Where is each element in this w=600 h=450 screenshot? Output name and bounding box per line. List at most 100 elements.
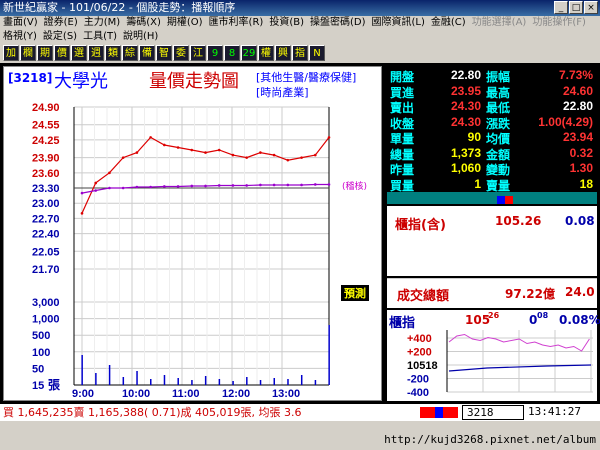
volume-tick-label: 1,000 [32, 314, 60, 326]
quote-row: 收盤 24.30 漲跌 1.00(4.29) [387, 115, 597, 132]
toolbar: 加欄期價選週類綜備智委江 9 8 29 權興指 N [0, 43, 600, 63]
volume-unit: 張 [48, 378, 61, 392]
volume-bar [122, 377, 125, 385]
volume-bar [314, 380, 317, 385]
toolbar-button[interactable]: 欄 [20, 45, 36, 61]
quote-value: 22.80 [450, 68, 481, 82]
price-tick-label: 22.05 [32, 246, 60, 258]
menu-item[interactable]: 設定(S) [43, 31, 77, 42]
menu-item[interactable]: 匯市利率(R) [209, 17, 264, 28]
price-point [121, 156, 125, 159]
menu-item[interactable]: 主力(M) [84, 17, 120, 28]
menu-item[interactable]: 工具(T) [83, 31, 117, 42]
price-tick-label: 22.40 [32, 229, 60, 241]
volume-bar [300, 375, 303, 385]
toolbar-button[interactable]: 備 [139, 45, 155, 61]
mini-index-chart: 櫃指 105 26 0 08 0.08% +400 +200 10518 -200 -4… [387, 310, 600, 401]
menu-item[interactable]: 籌碼(X) [126, 17, 161, 28]
quote-value: 24.30 [450, 114, 481, 129]
price-point [204, 151, 207, 154]
menu-bar: 畫面(V) 證券(E) 主力(M) 籌碼(X) 期權(O) 匯市利率(R) 投資(B) 操盤密… [0, 16, 600, 46]
menu-item[interactable]: 操盤密碼(D) [310, 17, 366, 28]
toolbar-button[interactable]: 選 [71, 45, 87, 61]
price-point [313, 153, 317, 157]
price-point [80, 212, 84, 215]
quote-value: 90 [467, 130, 481, 144]
quote-value: 1 [474, 176, 481, 191]
toolbar-button[interactable]: 價 [54, 45, 70, 61]
index-label: 櫃指(含) [395, 218, 446, 233]
quote-value: 7.73% [558, 68, 593, 82]
toolbar-button[interactable]: 類 [105, 45, 121, 61]
quote-label: 最高 [486, 85, 511, 100]
toolbar-button[interactable]: 週 [88, 45, 104, 61]
title-bar: 新世紀贏家 - 101/06/22 - 個股走勢：播報順序 _ □ × [0, 0, 600, 16]
price-point [231, 153, 235, 157]
toolbar-button[interactable]: 興 [275, 45, 291, 61]
price-point [217, 148, 221, 152]
bid-ask-bar [387, 192, 597, 204]
time-tick-label: 12:00 [222, 388, 250, 400]
average-point [272, 183, 276, 187]
menu-item[interactable]: 格視(Y) [3, 31, 37, 42]
toolbar-button[interactable]: 8 [224, 45, 240, 61]
menu-item[interactable]: 證券(E) [44, 17, 78, 28]
average-point [94, 189, 98, 192]
price-tick-label: 23.60 [32, 168, 60, 180]
menu-item[interactable]: 功能選擇(A) [472, 17, 527, 28]
clock: 13:41:27 [528, 405, 581, 418]
quote-label: 賣量 [486, 178, 511, 193]
volume-bar [246, 377, 248, 385]
quote-label: 總量 [390, 147, 415, 162]
menu-item[interactable]: 期權(O) [167, 17, 203, 28]
menu-item[interactable]: 功能操作(F) [532, 17, 586, 28]
maximize-icon[interactable]: □ [569, 1, 583, 14]
price-tick-label: 22.70 [32, 213, 60, 225]
turnover-change: 24.0 [565, 285, 595, 299]
quote-label: 開盤 [390, 70, 415, 84]
menu-item[interactable]: 國際資訊(L) [372, 17, 425, 28]
toolbar-button[interactable]: 加 [3, 45, 19, 61]
quote-value: 1.30 [569, 161, 593, 175]
toolbar-button[interactable]: 期 [37, 45, 53, 61]
price-point [135, 151, 139, 154]
quote-row: 單量 90 均價 23.94 [387, 130, 597, 147]
volume-tick-label: 15 [32, 380, 44, 392]
menu-item[interactable]: 金融(C) [431, 17, 466, 28]
price-point [259, 151, 262, 154]
price-point [149, 136, 152, 139]
volume-bar [95, 373, 97, 385]
stock-code-input[interactable]: 3218 [462, 405, 524, 420]
quote-row: 總量 1,373 金額 0.32 [387, 146, 597, 163]
price-point [108, 171, 111, 175]
index-box: 櫃指(含) 105.26 0.08 [387, 206, 597, 276]
index-value: 105.26 [495, 214, 542, 228]
volume-bar [218, 379, 221, 385]
price-tick-label: 24.25 [32, 135, 60, 147]
price-point [272, 153, 276, 157]
volume-bar [191, 380, 193, 385]
toolbar-button[interactable]: N [309, 45, 325, 61]
toolbar-button[interactable]: 29 [241, 45, 257, 61]
minimize-icon[interactable]: _ [554, 1, 568, 14]
menu-item[interactable]: 投資(B) [269, 17, 304, 28]
quote-row: 買進 23.95 最高 24.60 [387, 84, 597, 101]
toolbar-button[interactable]: 權 [258, 45, 274, 61]
toolbar-button[interactable]: 智 [156, 45, 172, 61]
quote-value: 0.32 [569, 145, 593, 160]
forecast-box[interactable]: 預測 [341, 285, 369, 301]
close-icon[interactable]: × [584, 1, 598, 14]
menu-item[interactable]: 畫面(V) [3, 17, 38, 28]
toolbar-button[interactable]: 綜 [122, 45, 138, 61]
price-point [94, 181, 98, 185]
toolbar-button[interactable]: 指 [292, 45, 308, 61]
toolbar-button[interactable]: 江 [190, 45, 206, 61]
average-point [286, 183, 290, 187]
menu-item[interactable]: 說明(H) [123, 31, 158, 42]
quote-value: 1.00(4.29) [538, 114, 593, 129]
toolbar-button[interactable]: 9 [207, 45, 223, 61]
average-point [259, 183, 262, 187]
trade-summary-bar: 買 1,645,235賣 1,165,388( 0.71)成 405,019張,… [0, 404, 600, 421]
toolbar-button[interactable]: 委 [173, 45, 189, 61]
volume-bar [108, 365, 111, 385]
